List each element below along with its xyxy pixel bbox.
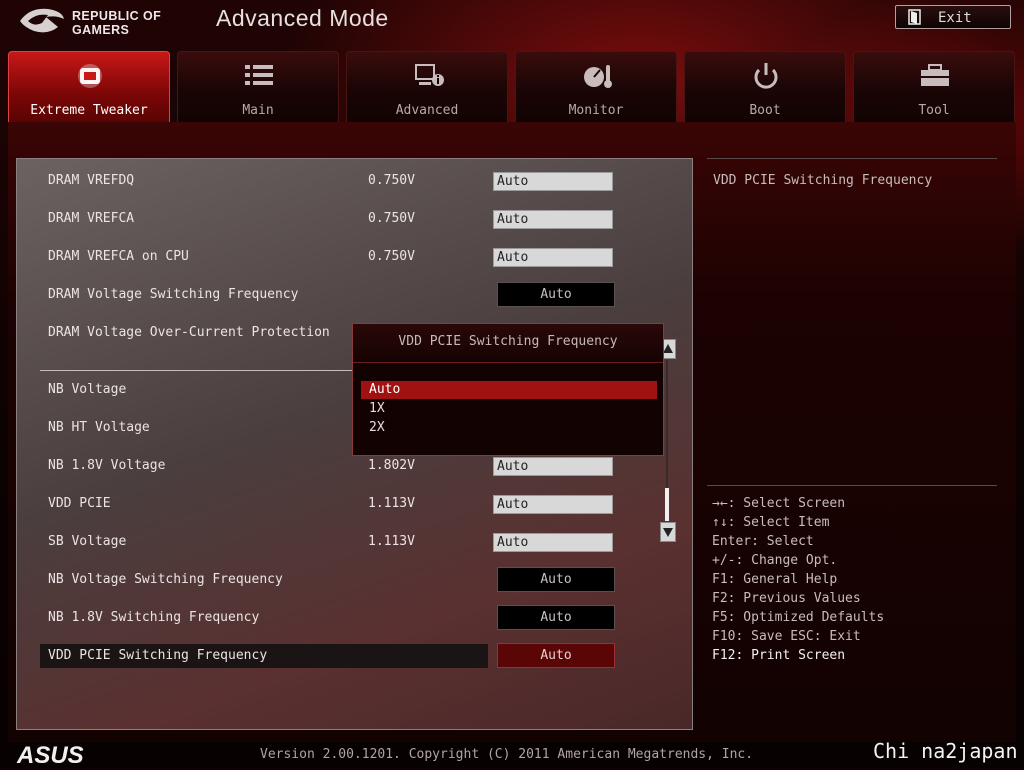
tab-label: Main [242,103,274,118]
list-icon [245,65,273,85]
tab-tool[interactable]: Tool [853,51,1015,122]
scrollbar-thumb[interactable] [665,488,669,521]
key-hint: F5: Optimized Defaults [712,610,885,625]
help-bottom-divider [707,485,997,486]
section-divider [40,370,352,371]
setting-label: SB Voltage [48,534,127,549]
tab-advanced[interactable]: Advanced [346,51,508,122]
setting-value: 1.113V [368,534,415,549]
nb-voltage-switching-frequency-select[interactable]: Auto [497,567,615,592]
nb-1.8v-switching-frequency-select[interactable]: Auto [497,605,615,630]
setting-label: NB 1.8V Switching Frequency [48,610,260,625]
help-top-divider [707,158,997,159]
exit-button[interactable]: Exit [895,5,1011,29]
setting-label: DRAM VREFCA [48,211,135,226]
key-hint: ↑↓: Select Item [712,515,830,530]
setting-label: NB Voltage Switching Frequency [48,572,283,587]
advanced-info-icon [415,64,444,86]
popup-title: VDD PCIE Switching Frequency [353,324,663,363]
setting-label: NB Voltage [48,382,127,397]
toolbox-icon [921,64,949,86]
setting-label: NB 1.8V Voltage [48,458,166,473]
version-info: Version 2.00.1201. Copyright (C) 2011 Am… [260,747,754,762]
key-hint: →←: Select Screen [712,496,846,511]
brand-line2: GAMERS [72,23,130,37]
nb-1.8v-voltage-input[interactable]: Auto [493,457,613,476]
brand-line1: REPUBLIC OF [72,9,162,23]
tab-extreme-tweaker[interactable]: Extreme Tweaker [8,51,170,122]
setting-label: VDD PCIE [48,496,111,511]
tab-label: Boot [749,103,781,118]
setting-label: DRAM Voltage Over-Current Protection [48,325,330,340]
key-hint: F1: General Help [712,572,838,587]
help-description: VDD PCIE Switching Frequency [713,173,933,188]
key-hint: Enter: Select [712,534,814,549]
page-title: Advanced Mode [216,5,389,31]
popup-option-2x[interactable]: 2X [361,419,657,437]
popup-option-auto[interactable]: Auto [361,381,657,399]
setting-label: DRAM VREFCA on CPU [48,249,189,264]
setting-value: 1.802V [368,458,415,473]
asus-logo: ASUS [17,742,84,769]
setting-label[interactable]: VDD PCIE Switching Frequency [48,648,267,663]
rog-logo: REPUBLIC OF GAMERS [18,5,194,37]
setting-value: 0.750V [368,173,415,188]
tab-label: Extreme Tweaker [30,103,148,118]
popup-option-1x[interactable]: 1X [361,400,657,418]
dram-vrefca-cpu-input[interactable]: Auto [493,248,613,267]
setting-label: DRAM VREFDQ [48,173,135,188]
exit-door-icon [908,9,921,25]
rog-eye-icon [20,8,64,33]
tab-label: Tool [918,103,950,118]
setting-value: 0.750V [368,249,415,264]
dram-vrefdq-input[interactable]: Auto [493,172,613,191]
key-hint: F12: Print Screen [712,648,846,663]
setting-label: DRAM Voltage Switching Frequency [48,287,299,302]
tab-monitor[interactable]: Monitor [515,51,677,122]
tab-label: Monitor [568,103,624,118]
dram-voltage-switching-frequency-select[interactable]: Auto [497,282,615,307]
exit-label: Exit [938,10,972,26]
vdd-pcie-input[interactable]: Auto [493,495,613,514]
key-hint: F2: Previous Values [712,591,861,606]
key-hint: F10: Save ESC: Exit [712,629,861,644]
tab-boot[interactable]: Boot [684,51,846,122]
sb-voltage-input[interactable]: Auto [493,533,613,552]
dram-vrefca-input[interactable]: Auto [493,210,613,229]
setting-label: NB HT Voltage [48,420,150,435]
key-hint: +/-: Change Opt. [712,553,838,568]
setting-value: 1.113V [368,496,415,511]
tweaker-icon [78,64,102,88]
scroll-down-button[interactable] [660,522,676,542]
power-icon [754,63,778,89]
rog-brand-text: REPUBLIC OF GAMERS [72,9,161,37]
arrow-down-icon [663,528,673,537]
tab-label: Advanced [395,103,459,118]
setting-value: 0.750V [368,211,415,226]
monitor-gauge-icon [584,65,612,88]
watermark-text: Chi na2japan [873,739,1018,763]
vdd-pcie-switching-frequency-select[interactable]: Auto [497,643,615,668]
tab-main[interactable]: Main [177,51,339,122]
option-popup: VDD PCIE Switching Frequency Auto 1X 2X [352,323,664,456]
